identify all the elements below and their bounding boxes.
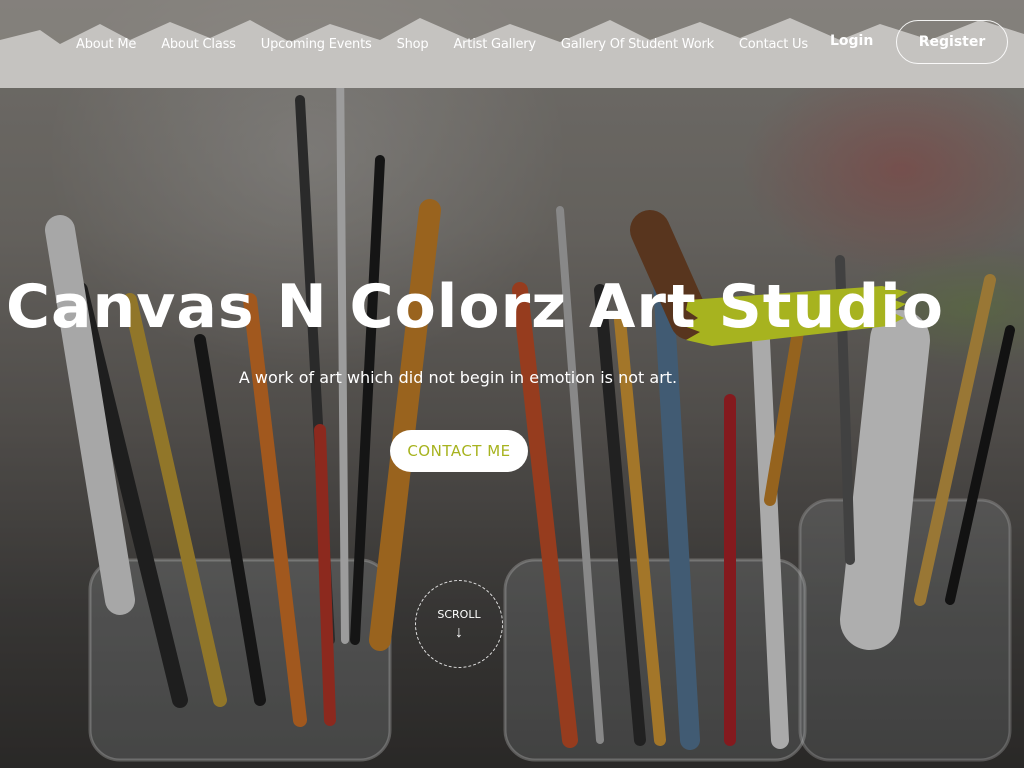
hero-title: Canvas N Colorz Art Studio xyxy=(0,272,1024,342)
arrow-down-icon: ↓ xyxy=(455,623,463,641)
hero-title-accent: Studio xyxy=(718,272,944,342)
nav-link-contact-us[interactable]: Contact Us xyxy=(739,37,808,52)
hero-tagline: A work of art which did not begin in emo… xyxy=(238,368,678,387)
scroll-label: SCROLL xyxy=(437,607,481,621)
register-button[interactable]: Register xyxy=(896,20,1008,64)
scroll-down-button[interactable]: SCROLL ↓ xyxy=(415,580,503,668)
nav-link-about-me[interactable]: About Me xyxy=(76,37,136,52)
nav-link-shop[interactable]: Shop xyxy=(397,37,429,52)
nav-link-artist-gallery[interactable]: Artist Gallery xyxy=(453,37,536,52)
nav-link-upcoming-events[interactable]: Upcoming Events xyxy=(261,37,372,52)
nav-menu: About Me About Class Upcoming Events Sho… xyxy=(76,37,833,52)
hero-title-main: Canvas N Colorz Art xyxy=(6,272,719,342)
login-link[interactable]: Login xyxy=(830,33,873,49)
top-navbar: About Me About Class Upcoming Events Sho… xyxy=(0,0,1024,88)
nav-link-about-class[interactable]: About Class xyxy=(161,37,236,52)
contact-me-button[interactable]: CONTACT ME xyxy=(390,430,528,472)
nav-link-student-gallery[interactable]: Gallery Of Student Work xyxy=(561,37,714,52)
